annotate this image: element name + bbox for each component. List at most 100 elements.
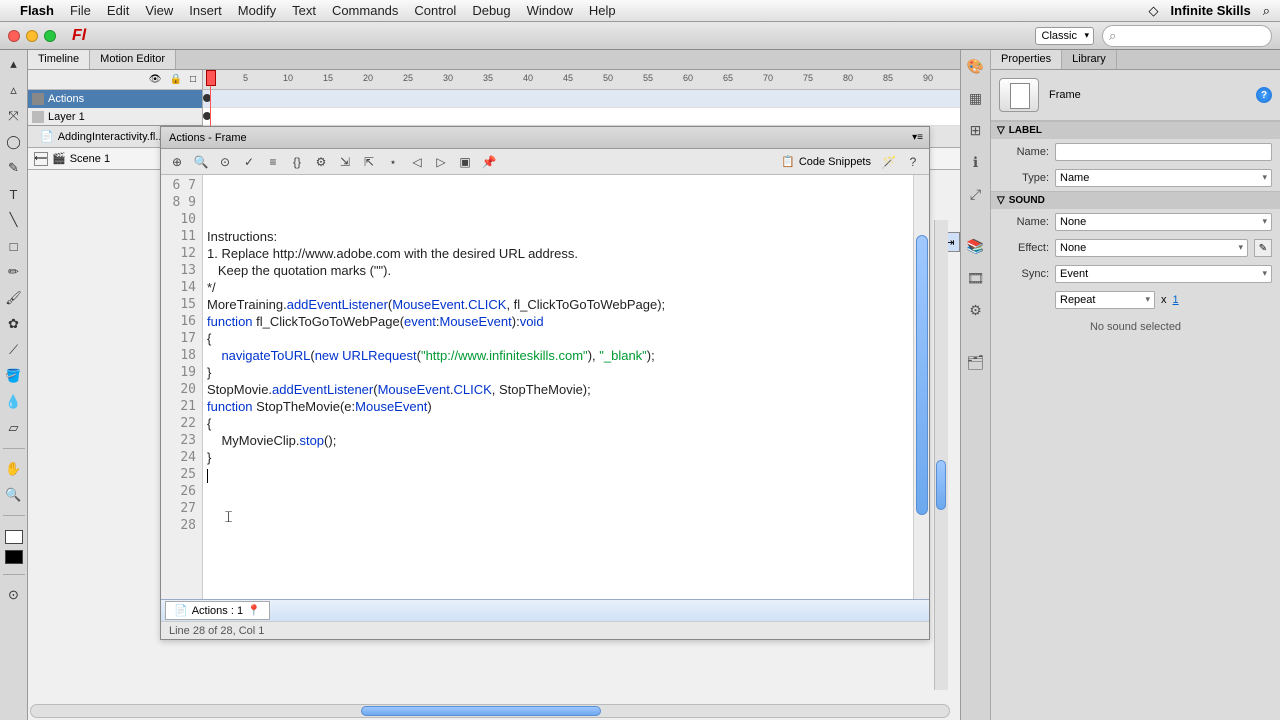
repeat-select[interactable]: Repeat [1055,291,1155,309]
eraser-tool[interactable]: ▱ [4,418,24,438]
dock-project-icon[interactable]: 🗂 [966,352,986,372]
sync-select[interactable]: Event [1055,265,1272,283]
dock-swatches-icon[interactable]: ▦ [966,88,986,108]
auto-format-button[interactable]: ≡ [263,152,283,172]
brush-tool[interactable]: 🖌 [4,288,24,308]
menu-control[interactable]: Control [414,3,456,18]
prev-button[interactable]: ◁ [407,152,427,172]
menu-window[interactable]: Window [527,3,573,18]
pin-button[interactable]: 📌 [479,152,499,172]
dock-library-icon[interactable]: 📚 [966,236,986,256]
menu-edit[interactable]: Edit [107,3,129,18]
target-button[interactable]: ⊙ [215,152,235,172]
pin-icon[interactable]: 📍 [247,604,261,617]
close-button[interactable] [8,30,20,42]
paint-bucket-tool[interactable]: 🪣 [4,366,24,386]
visibility-icon[interactable]: 👁 [149,74,162,85]
menu-debug[interactable]: Debug [472,3,510,18]
debug-button[interactable]: ⚙ [311,152,331,172]
menu-text[interactable]: Text [292,3,316,18]
scroll-thumb[interactable] [916,235,928,515]
label-type-select[interactable]: Name [1055,169,1272,187]
code-editor[interactable]: 𝙸 Instructions:1. Replace http://www.ado… [203,175,913,599]
bone-tool[interactable]: ⟋ [4,340,24,360]
stroke-color[interactable] [5,530,23,544]
spotlight-icon[interactable]: ⌕ [1263,3,1270,19]
pen-tool[interactable]: ✎ [4,158,24,178]
lock-icon[interactable]: 🔒 [170,74,182,85]
collapse-button[interactable]: ⇲ [335,152,355,172]
zoom-button[interactable] [44,30,56,42]
dock-color-icon[interactable]: 🎨 [966,56,986,76]
dock-info-icon[interactable]: ℹ [966,152,986,172]
track-layer1[interactable] [203,108,960,126]
menu-help[interactable]: Help [589,3,616,18]
add-script-button[interactable]: ⊕ [167,152,187,172]
zoom-tool[interactable]: 🔍 [4,485,24,505]
help-icon[interactable]: ? [1256,87,1272,103]
app-name[interactable]: Flash [20,3,54,18]
script-assist-button[interactable]: 🪄 [879,152,899,172]
menu-commands[interactable]: Commands [332,3,398,18]
bookmark-button[interactable]: ▣ [455,152,475,172]
frame-name-input[interactable] [1055,143,1272,161]
rectangle-tool[interactable]: □ [4,236,24,256]
timeline-frames[interactable]: 51015202530354045505560657075808590 [203,70,960,125]
tab-properties[interactable]: Properties [991,50,1062,69]
outline-icon[interactable]: □ [190,74,196,85]
playhead[interactable] [206,70,216,126]
pencil-tool[interactable]: ✏ [4,262,24,282]
check-syntax-button[interactable]: ✓ [239,152,259,172]
section-label[interactable]: ▽LABEL [991,122,1280,139]
dock-transform-icon[interactable]: ⤢ [966,184,986,204]
lasso-tool[interactable]: ◯ [4,132,24,152]
show-code-hint-button[interactable]: {} [287,152,307,172]
line-tool[interactable]: ╲ [4,210,24,230]
timeline-ruler[interactable]: 51015202530354045505560657075808590 [203,70,960,90]
layer-actions[interactable]: Actions [28,90,202,108]
minimize-button[interactable] [26,30,38,42]
next-button[interactable]: ▷ [431,152,451,172]
snap-tool[interactable]: ⊙ [4,585,24,605]
scroll-thumb[interactable] [361,706,601,716]
tab-library[interactable]: Library [1062,50,1117,69]
free-transform-tool[interactable]: ⤧ [4,106,24,126]
text-tool[interactable]: T [4,184,24,204]
section-sound[interactable]: ▽SOUND [991,192,1280,209]
scroll-thumb[interactable] [936,460,946,510]
menu-modify[interactable]: Modify [238,3,276,18]
find-button[interactable]: 🔍 [191,152,211,172]
workspace-selector[interactable]: Classic [1035,27,1094,45]
expand-button[interactable]: ⇱ [359,152,379,172]
account-label[interactable]: Infinite Skills [1171,3,1251,18]
tab-motion-editor[interactable]: Motion Editor [90,50,176,69]
script-tab[interactable]: 📄Actions : 1📍 [165,601,270,620]
vertical-scrollbar[interactable] [913,175,929,599]
dock-components-icon[interactable]: ⚙ [966,300,986,320]
file-tab[interactable]: 📄 AddingInteractivity.fl... [34,126,164,148]
dock-align-icon[interactable]: ⊞ [966,120,986,140]
scene-back[interactable]: ⟵ [34,152,48,166]
comment-button[interactable]: ⋆ [383,152,403,172]
eyedropper-tool[interactable]: 💧 [4,392,24,412]
stage-horizontal-scrollbar[interactable] [30,704,950,718]
layer-1[interactable]: Layer 1 [28,108,202,126]
track-actions[interactable] [203,90,960,108]
effect-select[interactable]: None [1055,239,1248,257]
code-snippets-button[interactable]: 📋Code Snippets [777,153,875,170]
subselection-tool[interactable]: ▵ [4,80,24,100]
menu-file[interactable]: File [70,3,91,18]
help-button[interactable]: ? [903,152,923,172]
selection-tool[interactable]: ▴ [4,54,24,74]
sound-name-select[interactable]: None [1055,213,1272,231]
tab-timeline[interactable]: Timeline [28,50,90,69]
wifi-icon[interactable]: ◇ [1149,3,1159,19]
stage-vertical-scrollbar[interactable] [934,220,948,690]
deco-tool[interactable]: ✿ [4,314,24,334]
search-help-input[interactable] [1102,25,1272,47]
hand-tool[interactable]: ✋ [4,459,24,479]
fill-color[interactable] [5,550,23,564]
dock-movie-icon[interactable]: 🎞 [966,268,986,288]
menu-insert[interactable]: Insert [189,3,222,18]
menu-view[interactable]: View [145,3,173,18]
